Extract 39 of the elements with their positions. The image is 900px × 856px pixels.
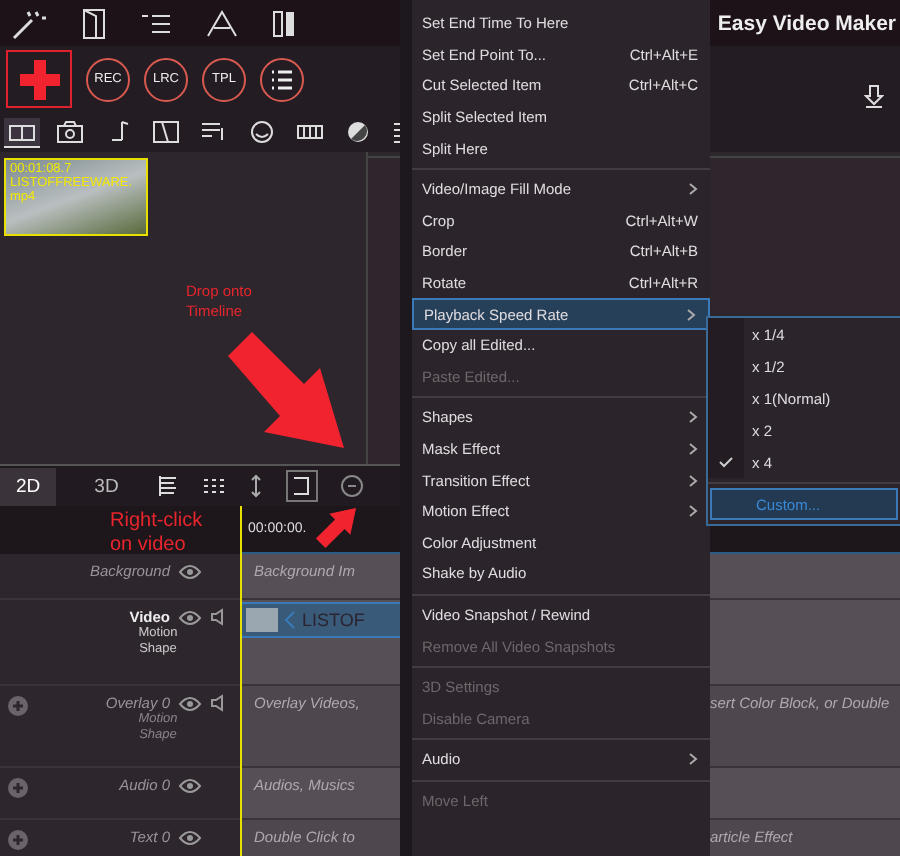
download-icon[interactable] — [864, 84, 884, 108]
eye-icon[interactable] — [178, 777, 202, 793]
chevron-right-icon — [688, 442, 698, 457]
magic-wand-icon[interactable] — [12, 7, 48, 39]
door-icon[interactable] — [82, 7, 106, 39]
window-title: Easy Video Maker — [717, 11, 896, 35]
chevron-right-icon — [688, 752, 698, 767]
zoom-out-icon[interactable] — [340, 474, 365, 498]
annotation-text: Right-click on video — [110, 510, 205, 558]
eye-icon[interactable] — [178, 695, 202, 711]
list-icon[interactable] — [140, 9, 172, 37]
split-icon[interactable] — [272, 9, 296, 37]
eye-icon[interactable] — [178, 563, 202, 579]
photo-placeholder — [246, 608, 278, 632]
flag-icon[interactable] — [156, 474, 181, 498]
chevron-right-icon — [688, 504, 698, 519]
grid-icon[interactable] — [202, 474, 227, 498]
chevron-right-icon — [688, 182, 698, 197]
eye-icon[interactable] — [178, 829, 202, 845]
arrow-drawing — [314, 506, 358, 550]
add-button[interactable] — [6, 50, 72, 108]
text-icon[interactable] — [206, 9, 238, 37]
list-button[interactable] — [260, 57, 304, 101]
list-icon — [270, 69, 294, 89]
frame-icon[interactable] — [286, 470, 319, 502]
arrow-drawing — [224, 328, 348, 452]
add-icon[interactable] — [8, 696, 28, 716]
chevron-right-icon — [688, 473, 698, 488]
media-tab[interactable] — [148, 118, 184, 146]
add-icon[interactable] — [8, 830, 28, 850]
media-tab[interactable] — [52, 118, 88, 146]
view-tab[interactable]: 2D — [0, 467, 57, 505]
vertical-arrows-icon[interactable] — [248, 474, 265, 498]
eye-icon[interactable] — [178, 609, 202, 625]
clip-label: LISTOF — [302, 610, 365, 630]
chevron-right-icon — [686, 307, 696, 322]
media-tab[interactable] — [4, 117, 40, 147]
add-icon[interactable] — [8, 778, 28, 798]
chevron-right-icon — [688, 410, 698, 425]
